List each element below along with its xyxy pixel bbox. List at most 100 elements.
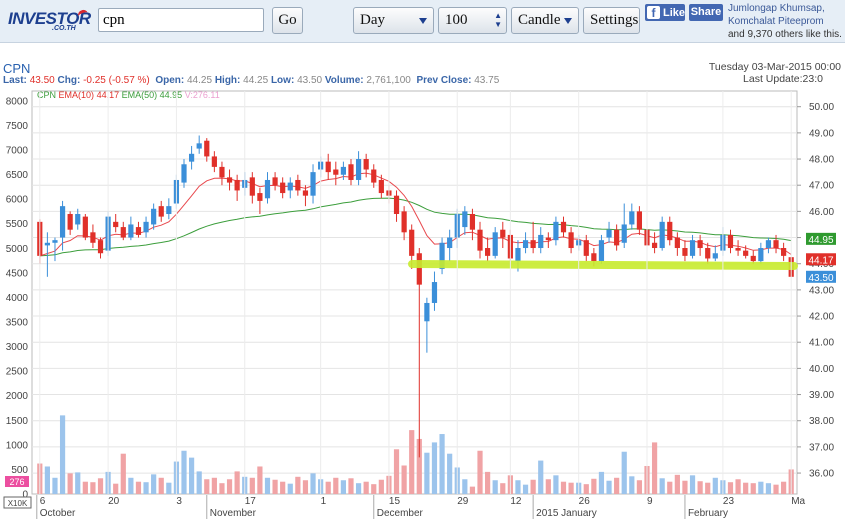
volume-axis: 8000750070006500600055005000450040003500… — [3, 96, 32, 509]
candle-body — [348, 164, 354, 180]
price-tick-label: 38.00 — [809, 416, 834, 427]
legend-ema50-label: EMA(50) — [121, 90, 158, 100]
legend-ema50: EMA(50) 44.95 — [122, 90, 183, 100]
price-tick-label: 50.00 — [809, 102, 834, 113]
bar-count-value: 100 — [445, 12, 468, 28]
last-label: Last: — [3, 75, 27, 86]
candle-body — [758, 248, 764, 262]
month-label: November — [210, 508, 257, 519]
candle-body — [219, 166, 225, 178]
candle-body — [735, 248, 741, 251]
price-tick-label: 39.00 — [809, 390, 834, 401]
volume-bar — [128, 477, 134, 494]
legend-volume: V:276.11 — [185, 90, 220, 100]
candle-body — [477, 229, 483, 251]
volume-tick-label: 6000 — [6, 195, 29, 206]
candle-body — [318, 161, 324, 170]
candle-body — [249, 177, 255, 196]
volume-bar — [386, 475, 392, 494]
bar-count-stepper[interactable]: 100 ▲ ▼ — [438, 7, 507, 34]
volume-bar — [371, 484, 377, 494]
candle-body — [280, 182, 286, 194]
period-select[interactable]: Day — [353, 7, 434, 34]
candle-body — [765, 240, 772, 249]
price-tick-label: 49.00 — [809, 128, 834, 139]
volume-bar — [485, 471, 491, 494]
chart-style-select[interactable]: Candle — [511, 7, 579, 34]
volume-tick-label: 1500 — [6, 416, 29, 427]
volume-bar — [614, 477, 620, 494]
legend-ema10-label: EMA(10) — [58, 90, 95, 100]
symbol-search-input[interactable] — [98, 8, 264, 32]
candle-body — [90, 232, 96, 243]
volume-bar — [689, 475, 696, 494]
day-tick-label: 1 — [321, 496, 327, 507]
volume-tick-label: 3000 — [6, 342, 29, 353]
candle-body — [325, 161, 331, 173]
settings-button[interactable]: Settings — [583, 7, 640, 34]
candle-body — [538, 234, 544, 249]
price-tick-label: 45.00 — [809, 233, 834, 244]
candle-body — [234, 179, 240, 191]
volume-bar — [712, 477, 718, 494]
candle-body — [781, 248, 787, 256]
facebook-like-button[interactable]: f Like — [645, 4, 685, 21]
candle-body — [750, 255, 756, 262]
candle-body — [674, 237, 680, 249]
volume-bar — [469, 486, 476, 494]
candle-body — [135, 227, 142, 235]
volume-bar — [606, 480, 612, 494]
price-tags: 44.95 44.17 43.50 — [806, 232, 836, 284]
volume-bar — [651, 442, 658, 494]
price-tag-value: 44.95 — [808, 235, 833, 246]
volume-bar — [758, 481, 764, 494]
go-button[interactable]: Go — [272, 7, 303, 34]
prev-close-label: Prev Close: — [416, 75, 472, 86]
volume-bar — [598, 471, 605, 494]
volume-bar — [621, 451, 627, 494]
price-tick-label: 48.00 — [809, 155, 834, 166]
volume-tick-label: 500 — [11, 465, 28, 476]
volume-tick-label: 8000 — [6, 96, 29, 107]
volume-bar — [500, 483, 506, 494]
candle-body — [431, 282, 438, 303]
legend-ema10-value: 44.17 — [96, 90, 120, 100]
facebook-friend-names[interactable]: Jumlongap Khumsap, Komchalat Piteeprom — [728, 3, 825, 27]
volume-bar — [727, 482, 734, 494]
prev-close-value: 43.75 — [474, 75, 500, 86]
volume-bar — [765, 483, 772, 494]
volume-bar — [507, 475, 513, 494]
day-tick-label: 15 — [389, 496, 401, 507]
volume-bar — [295, 476, 301, 494]
candle-body — [553, 221, 559, 241]
volume-bar — [568, 482, 574, 494]
candle-body — [560, 221, 567, 233]
low-value: 43.50 — [297, 75, 323, 86]
open-value: 44.25 — [187, 75, 213, 86]
volume-tick-label: 6500 — [6, 170, 29, 181]
day-tick-label: Ma — [791, 496, 805, 507]
candle-body — [37, 221, 43, 256]
candle-body — [188, 153, 195, 162]
chart-style-value: Candle — [518, 12, 561, 28]
volume-bar — [75, 472, 81, 494]
candle-body — [211, 156, 217, 167]
volume-bar — [454, 467, 460, 494]
facebook-share-button[interactable]: Share — [689, 4, 723, 21]
open-label: Open: — [155, 75, 185, 86]
volume-bar — [401, 465, 407, 494]
stepper-arrows-icon[interactable]: ▲ ▼ — [494, 11, 502, 29]
volume-bar — [735, 479, 741, 494]
ema10-line — [39, 172, 792, 257]
volume-bar — [249, 477, 255, 494]
candle-body — [454, 213, 460, 238]
candle-body — [59, 206, 66, 238]
candle-body — [522, 240, 529, 249]
volume-bar — [226, 479, 233, 494]
volume-bar — [659, 478, 665, 494]
volume-bar — [667, 481, 673, 494]
candle-body — [120, 227, 126, 238]
candle-body — [568, 232, 574, 249]
candle-body — [727, 234, 734, 249]
price-tick-label: 42.00 — [809, 312, 834, 323]
